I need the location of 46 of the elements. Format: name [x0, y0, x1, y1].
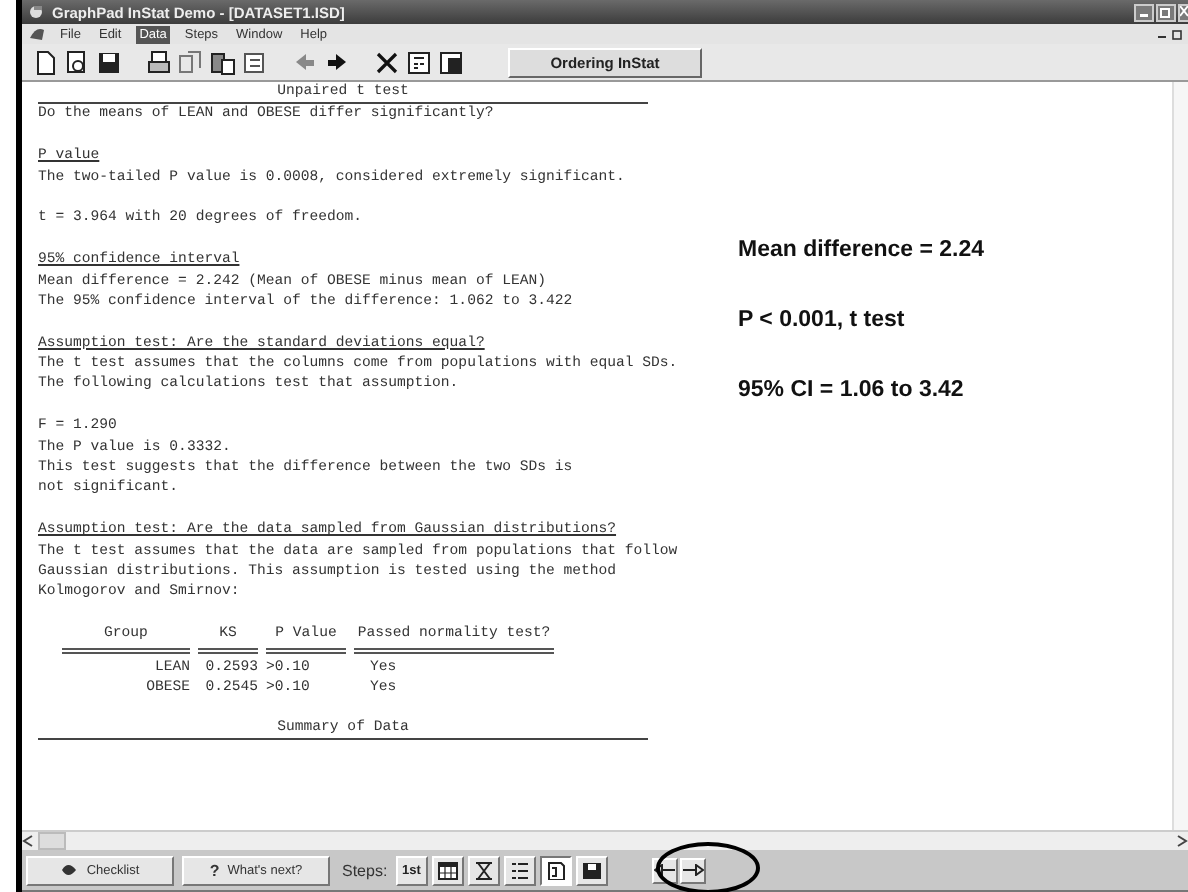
floppy-icon: [581, 861, 602, 879]
copy-icon: [177, 49, 203, 75]
vertical-scrollbar[interactable]: [1172, 82, 1188, 830]
highlight-ellipse: [656, 842, 760, 892]
scroll-right-icon: [1176, 834, 1188, 848]
paste-button[interactable]: [208, 48, 236, 76]
steps-label: Steps:: [342, 861, 388, 879]
forward-arrow-button[interactable]: [322, 48, 350, 76]
close-button[interactable]: [1178, 3, 1188, 21]
right-arrow-icon: [681, 864, 704, 876]
chart-icon: [437, 49, 463, 75]
annotation-text: Mean difference = 2.24: [738, 236, 985, 266]
minimize-button[interactable]: [1134, 3, 1154, 21]
left-arrow-icon: [653, 864, 676, 876]
scroll-left-icon: [22, 834, 34, 848]
print-icon: [145, 49, 171, 75]
save-button[interactable]: [94, 48, 122, 76]
print-preview-button[interactable]: [62, 48, 90, 76]
clipboard-button[interactable]: [240, 48, 268, 76]
grid-icon: [437, 861, 458, 879]
delete-button[interactable]: [372, 48, 400, 76]
checklist-icon: [60, 862, 79, 878]
copy-button[interactable]: [176, 48, 204, 76]
restore-button[interactable]: [1156, 3, 1176, 21]
scroll-thumb[interactable]: [38, 832, 66, 850]
annotation-text: 95% CI = 1.06 to 3.42: [738, 376, 966, 406]
close-icon: [1180, 6, 1188, 18]
new-file-icon: [31, 49, 57, 75]
chart-button[interactable]: [436, 48, 464, 76]
next-button[interactable]: [679, 857, 706, 883]
back-arrow-icon: [291, 49, 317, 75]
clipboard-icon: [241, 49, 267, 75]
save-icon: [95, 49, 121, 75]
delete-icon: [373, 49, 399, 75]
paste-icon: [209, 49, 235, 75]
step-button[interactable]: [539, 855, 572, 885]
app-icon: [28, 4, 44, 20]
print-preview-icon: [63, 49, 89, 75]
horizontal-scrollbar[interactable]: [22, 830, 1188, 850]
calculator-button[interactable]: [404, 48, 432, 76]
print-button[interactable]: [144, 48, 172, 76]
hourglass-icon: [473, 861, 494, 879]
forward-arrow-icon: [323, 49, 349, 75]
list-icon: [509, 861, 530, 879]
annotation-text: P < 0.001, t test: [738, 306, 907, 336]
calculator-icon: [405, 49, 431, 75]
